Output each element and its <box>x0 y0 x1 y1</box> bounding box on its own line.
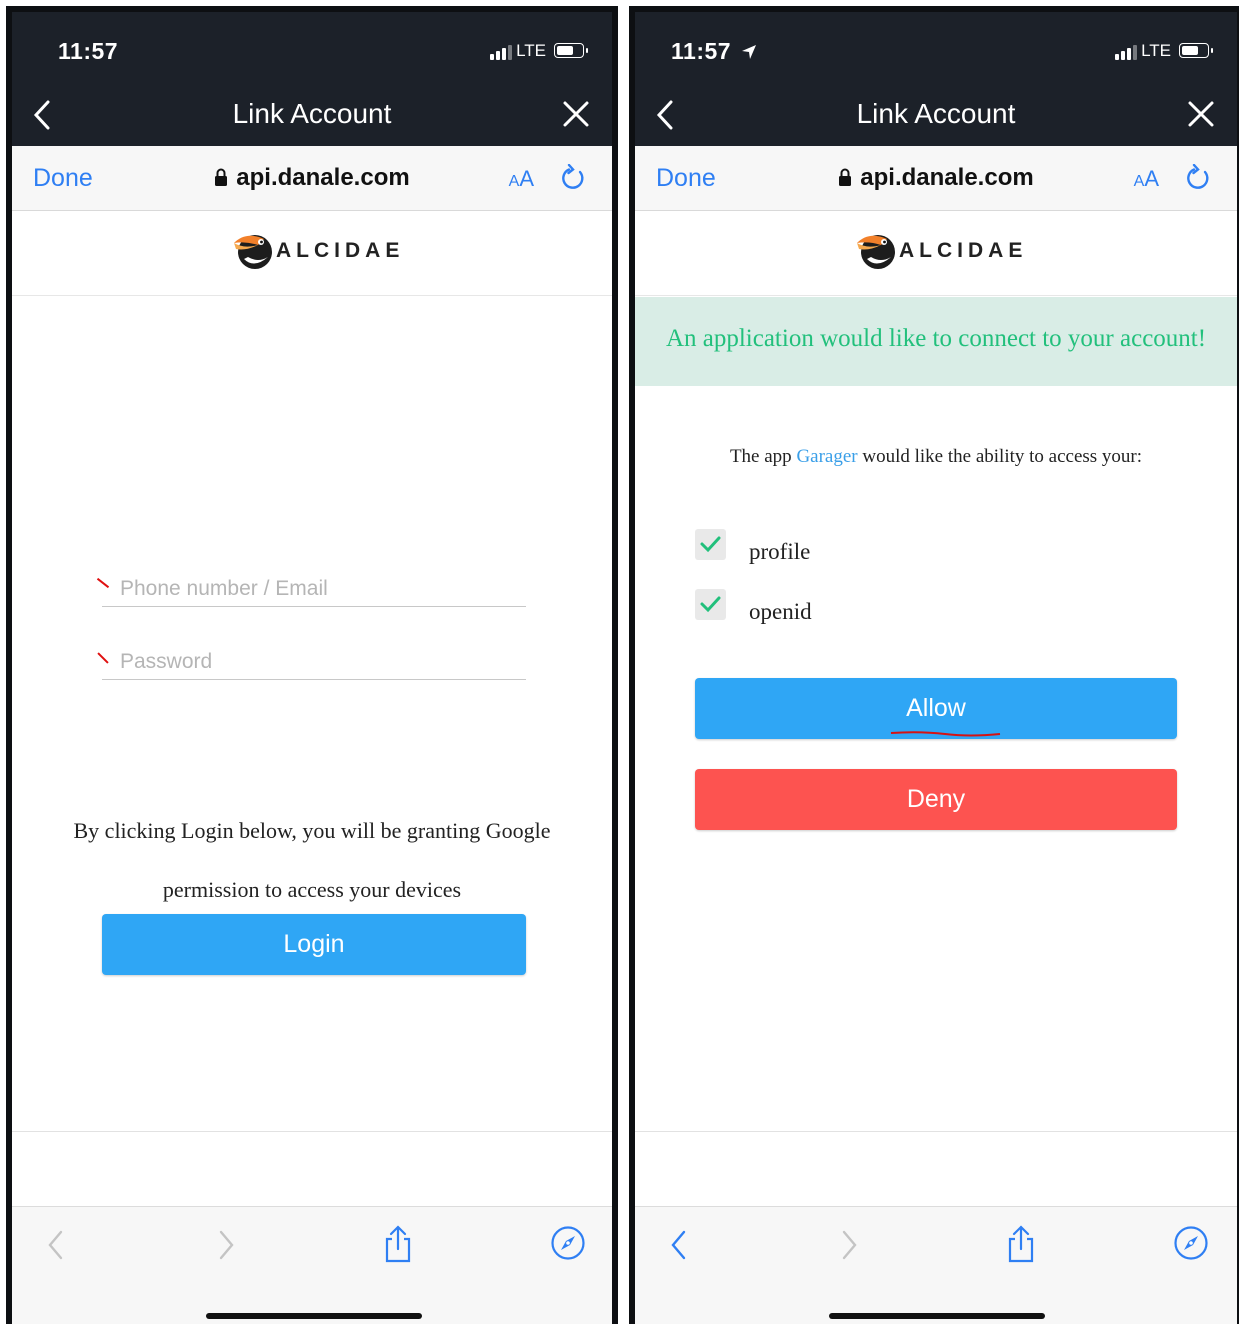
toucan-logo-icon <box>857 235 895 269</box>
login-button[interactable]: Login <box>102 914 526 975</box>
divider <box>12 1131 612 1132</box>
toucan-logo-icon <box>234 235 272 269</box>
connect-banner-text: An application would like to connect to … <box>665 325 1207 352</box>
status-bar: 11:57 LTE <box>12 12 612 88</box>
share-icon[interactable] <box>383 1225 413 1268</box>
logo-text: ALCIDAE <box>899 239 1028 262</box>
battery-icon <box>1179 43 1213 58</box>
password-field[interactable] <box>97 645 526 680</box>
divider <box>635 1131 1237 1132</box>
scope-label: openid <box>749 599 812 624</box>
brand-header: ALCIDAE <box>12 211 612 296</box>
browser-url-bar: Done api.danale.com AA <box>635 146 1237 211</box>
compass-icon[interactable] <box>550 1225 586 1266</box>
browser-toolbar <box>635 1206 1237 1324</box>
phone-email-input[interactable] <box>118 576 522 602</box>
home-indicator <box>829 1313 1045 1319</box>
consent-notice-line1: By clicking Login below, you will be gra… <box>73 818 551 843</box>
network-label: LTE <box>516 41 546 60</box>
text-size-big: A <box>1144 166 1159 191</box>
logo-text: ALCIDAE <box>276 239 405 262</box>
url-text: api.danale.com <box>860 164 1034 191</box>
nav-title: Link Account <box>232 98 392 129</box>
compass-icon[interactable] <box>1173 1225 1209 1266</box>
phone-screen-consent: 11:57 LTE Link Account Done api.danale.c… <box>629 6 1239 1324</box>
text-size-button[interactable]: AA <box>509 166 534 192</box>
battery-icon <box>554 43 588 58</box>
status-time: 11:57 <box>58 38 119 64</box>
reload-icon[interactable] <box>560 163 586 197</box>
request-prefix: The app <box>729 446 792 467</box>
back-arrow-icon[interactable] <box>669 1229 689 1266</box>
annotation-mark <box>96 577 110 589</box>
network-label: LTE <box>1141 41 1171 60</box>
alcidae-logo: ALCIDAE <box>855 229 1025 273</box>
text-size-big: A <box>519 166 534 191</box>
app-name-link[interactable]: Garager <box>796 446 857 467</box>
profile-checkbox[interactable] <box>695 529 726 560</box>
request-suffix: would like the ability to access your: <box>862 446 1143 467</box>
signal-icon <box>1115 44 1139 60</box>
nav-bar: Link Account <box>12 88 612 146</box>
app-request-text: The app Garager would like the ability t… <box>635 446 1237 468</box>
signal-icon <box>490 44 514 60</box>
connect-banner: An application would like to connect to … <box>635 297 1237 386</box>
browser-url-bar: Done api.danale.com AA <box>12 146 612 211</box>
browser-toolbar <box>12 1206 612 1324</box>
checkmark-icon <box>700 596 721 613</box>
share-icon[interactable] <box>1006 1225 1036 1268</box>
phone-screen-login: 11:57 LTE Link Account Done api.danale.c… <box>6 6 618 1324</box>
lock-icon <box>214 166 228 194</box>
annotation-underline <box>890 731 1001 737</box>
location-arrow-icon <box>741 45 756 59</box>
deny-button[interactable]: Deny <box>695 769 1177 830</box>
status-time: 11:57 <box>671 38 757 65</box>
forward-arrow-icon[interactable] <box>839 1229 859 1266</box>
close-icon[interactable] <box>562 100 590 133</box>
nav-title: Link Account <box>856 98 1016 129</box>
url-text: api.danale.com <box>236 164 410 191</box>
reload-icon[interactable] <box>1185 163 1211 197</box>
checkmark-icon <box>700 536 721 553</box>
scope-label: profile <box>749 539 811 564</box>
text-size-small: A <box>508 173 520 190</box>
forward-arrow-icon[interactable] <box>216 1229 236 1266</box>
consent-notice-line2: permission to access your devices <box>162 877 462 902</box>
openid-checkbox[interactable] <box>695 589 726 620</box>
status-bar: 11:57 LTE <box>635 12 1237 88</box>
brand-header: ALCIDAE <box>635 211 1237 296</box>
text-size-small: A <box>1133 173 1145 190</box>
alcidae-logo: ALCIDAE <box>232 229 402 273</box>
annotation-mark <box>97 652 109 664</box>
close-icon[interactable] <box>1187 100 1215 133</box>
nav-bar: Link Account <box>635 88 1237 146</box>
back-arrow-icon[interactable] <box>46 1229 66 1266</box>
home-indicator <box>206 1313 422 1319</box>
password-input[interactable] <box>118 649 522 675</box>
lock-icon <box>838 166 852 194</box>
text-size-button[interactable]: AA <box>1134 166 1159 192</box>
phone-email-field[interactable] <box>96 572 526 607</box>
